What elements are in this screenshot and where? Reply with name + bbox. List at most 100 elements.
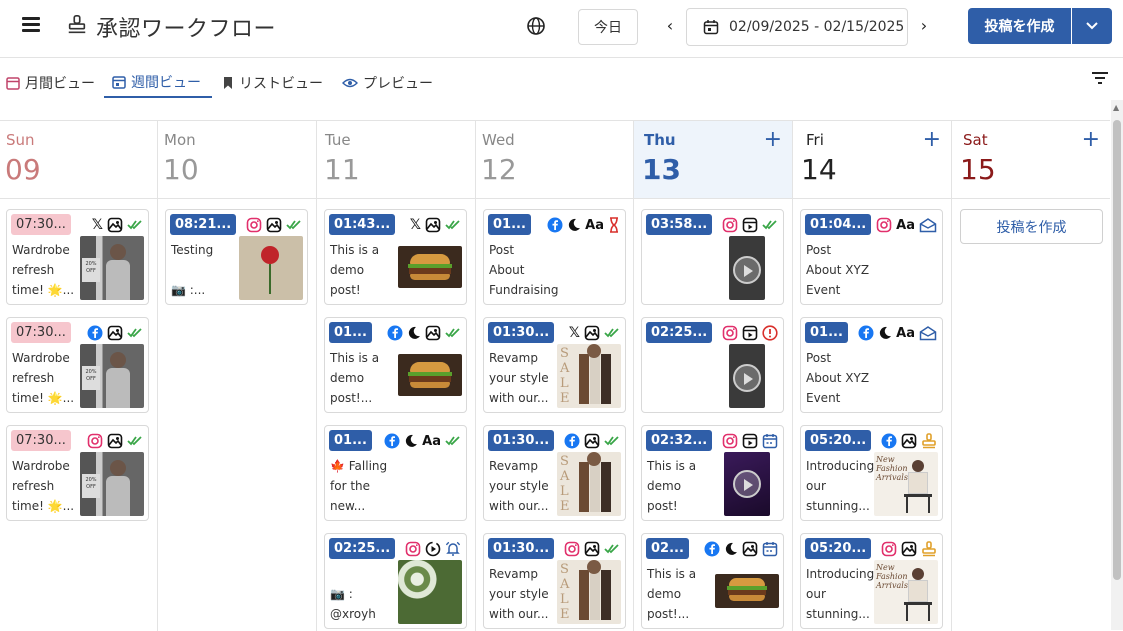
post-time: 01...: [329, 430, 372, 451]
create-post-button[interactable]: 投稿を作成: [960, 209, 1103, 244]
post-card[interactable]: 01:30... Revamp your style with our... S…: [483, 425, 626, 521]
instagram-icon: [246, 217, 262, 233]
instagram-icon: [881, 541, 897, 557]
post-time: 01:30...: [488, 430, 555, 451]
day-header: Wed 12: [476, 121, 633, 199]
double-check-icon: [127, 328, 142, 338]
text-format-icon: Aa: [896, 217, 915, 233]
image-icon: [425, 325, 441, 341]
tab-list-view[interactable]: リストビュー: [222, 68, 323, 98]
add-post-button[interactable]: +: [923, 127, 941, 152]
day-number: 13: [642, 153, 681, 186]
prev-week-button[interactable]: ‹: [662, 16, 678, 35]
day-column-sat: Sat 15 + 投稿を作成: [952, 121, 1110, 631]
image-icon: [901, 433, 917, 449]
date-range-text: 02/09/2025 - 02/15/2025: [729, 19, 905, 35]
text-format-icon: Aa: [422, 433, 441, 449]
mail-open-check-icon: [919, 326, 937, 341]
double-check-icon: [762, 220, 777, 230]
today-button[interactable]: 今日: [578, 9, 638, 45]
moon-icon: [569, 218, 581, 231]
add-post-button[interactable]: +: [1082, 127, 1100, 152]
double-check-icon: [445, 328, 460, 338]
day-column-tue: Tue 11 01:43... 𝕏 This is a demo post! 0…: [317, 121, 476, 631]
view-tabs: 月間ビュー 週間ビュー リストビュー プレビュー: [0, 58, 1123, 100]
day-column-mon: Mon 10 08:21... Testing 📷 :...: [158, 121, 317, 631]
post-card[interactable]: 07:30... Wardrobe refresh time! 🌟... 20%…: [6, 425, 149, 521]
create-post-button[interactable]: 投稿を作成: [968, 8, 1071, 44]
day-header: Thu 13 +: [634, 121, 792, 199]
post-card[interactable]: 01... This is a demo post!...: [324, 317, 467, 413]
post-thumbnail-rose: [239, 236, 303, 300]
instagram-icon: [564, 541, 580, 557]
tab-month-view[interactable]: 月間ビュー: [6, 68, 95, 98]
double-check-icon: [445, 436, 460, 446]
post-thumbnail-woman: 20% OFF: [80, 236, 144, 300]
post-time: 03:58...: [646, 214, 713, 235]
instagram-icon: [722, 217, 738, 233]
day-name: Sat: [963, 131, 988, 149]
post-thumbnail-fashion: New Fashion Arrivals: [874, 560, 938, 624]
eye-icon: [342, 78, 358, 88]
day-name: Fri: [806, 131, 824, 149]
scroll-up-arrow[interactable]: ▲: [1113, 103, 1119, 112]
instagram-icon: [405, 541, 421, 557]
tab-week-view[interactable]: 週間ビュー: [104, 68, 212, 98]
post-card[interactable]: 05:20... Introducing our stunning... New…: [800, 425, 943, 521]
day-number: 09: [5, 153, 41, 186]
add-post-button[interactable]: +: [764, 127, 782, 152]
double-check-icon: [286, 220, 301, 230]
image-icon: [584, 541, 600, 557]
post-card[interactable]: 01:30... 𝕏 Revamp your style with our...…: [483, 317, 626, 413]
day-name: Sun: [6, 131, 35, 149]
chevron-down-icon: [1086, 22, 1098, 30]
post-card[interactable]: 02:25... 📷 : @xroyh: [324, 533, 467, 629]
stamp-approval-icon: [922, 541, 936, 557]
date-range-picker[interactable]: 02/09/2025 - 02/15/2025: [686, 8, 908, 46]
post-time: 02:25...: [329, 538, 396, 559]
instagram-icon: [876, 217, 892, 233]
post-card[interactable]: 05:20... Introducing our stunning... New…: [800, 533, 943, 629]
globe-icon[interactable]: [526, 16, 546, 36]
post-card[interactable]: 02:32... This is a demo post!: [641, 425, 784, 521]
post-time: 01:04...: [805, 214, 872, 235]
create-post-dropdown-button[interactable]: [1072, 8, 1112, 44]
tab-preview[interactable]: プレビュー: [342, 68, 433, 98]
post-card[interactable]: 01:30... Revamp your style with our... S…: [483, 533, 626, 629]
post-card[interactable]: 03:58...: [641, 209, 784, 305]
post-card[interactable]: 01... Aa Post About XYZ Event: [800, 317, 943, 413]
calendar-icon: [703, 20, 719, 35]
image-icon: [742, 541, 758, 557]
calendar-month-icon: [6, 77, 20, 90]
post-card[interactable]: 01:04... Aa Post About XYZ Event: [800, 209, 943, 305]
day-column-fri: Fri 14 + 01:04... Aa Post About XYZ Even…: [793, 121, 952, 631]
double-check-icon: [604, 436, 619, 446]
day-number: 11: [324, 153, 360, 186]
post-card[interactable]: 02:25...: [641, 317, 784, 413]
vertical-scrollbar[interactable]: ▲: [1111, 100, 1123, 630]
post-card[interactable]: 08:21... Testing 📷 :...: [165, 209, 308, 305]
post-time: 01...: [805, 322, 848, 343]
mail-open-check-icon: [919, 218, 937, 233]
post-card[interactable]: 01:43... 𝕏 This is a demo post!: [324, 209, 467, 305]
hamburger-menu-icon[interactable]: [22, 17, 40, 33]
next-week-button[interactable]: ›: [916, 16, 932, 35]
post-card[interactable]: 01... Aa Post About Fundraising: [483, 209, 626, 305]
post-time: 02:32...: [646, 430, 713, 451]
post-card[interactable]: 02... This is a demo post!...: [641, 533, 784, 629]
image-icon: [901, 541, 917, 557]
post-card[interactable]: 07:30... Wardrobe refresh time! 🌟... 20%…: [6, 317, 149, 413]
x-icon: 𝕏: [409, 217, 421, 233]
scrollbar-thumb[interactable]: [1113, 120, 1121, 580]
day-name: Wed: [482, 131, 515, 149]
post-time: 07:30...: [11, 214, 71, 235]
filter-icon[interactable]: [1091, 70, 1109, 86]
post-card[interactable]: 01... Aa 🍁 Falling for the new...: [324, 425, 467, 521]
stamp-approval-icon: [922, 433, 936, 449]
hourglass-icon: [610, 217, 618, 233]
post-thumbnail-fashion: New Fashion Arrivals: [874, 452, 938, 516]
image-icon: [584, 433, 600, 449]
reel-icon: [742, 217, 758, 233]
x-icon: 𝕏: [568, 325, 580, 341]
post-card[interactable]: 07:30... 𝕏 Wardrobe refresh time! 🌟... 2…: [6, 209, 149, 305]
